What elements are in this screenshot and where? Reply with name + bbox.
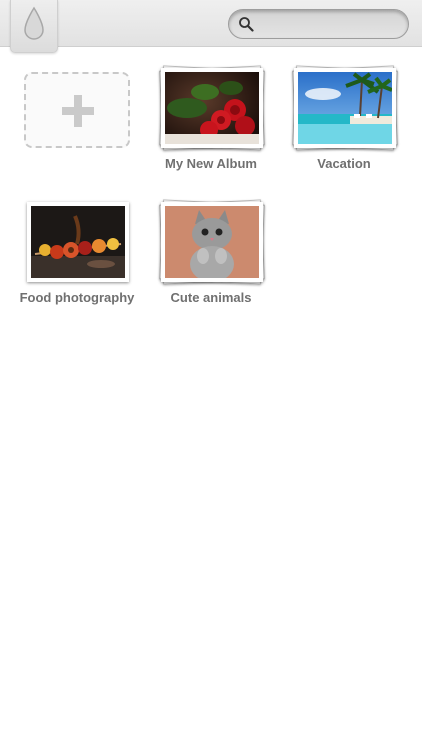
album-title: Cute animals [170, 290, 252, 305]
album-vacation[interactable]: Vacation [284, 65, 404, 188]
search-field[interactable] [228, 9, 409, 39]
top-bar [0, 0, 422, 53]
kitten-photo [161, 202, 263, 282]
food-photo [27, 202, 129, 282]
album-food-photography[interactable]: Food photography [17, 202, 137, 322]
search-icon [239, 17, 254, 32]
album-thumbnail-stack[interactable] [158, 199, 266, 285]
add-album-button[interactable] [24, 72, 130, 148]
album-title: Food photography [19, 290, 135, 305]
search-input[interactable] [259, 14, 403, 36]
album-thumbnail-stack[interactable] [291, 65, 399, 151]
app-menu-tab[interactable] [10, 0, 58, 53]
red-roses-photo [161, 68, 263, 148]
tropical-beach-photo [294, 68, 396, 148]
album-cute-animals[interactable]: Cute animals [151, 199, 271, 322]
water-drop-icon [24, 6, 44, 40]
album-thumbnail-stack[interactable] [27, 202, 129, 282]
album-title: My New Album [165, 156, 257, 171]
album-thumbnail-stack[interactable] [158, 65, 266, 151]
album-title: Vacation [317, 156, 371, 171]
plus-icon [62, 95, 94, 127]
album-my-new-album[interactable]: My New Album [151, 65, 271, 188]
